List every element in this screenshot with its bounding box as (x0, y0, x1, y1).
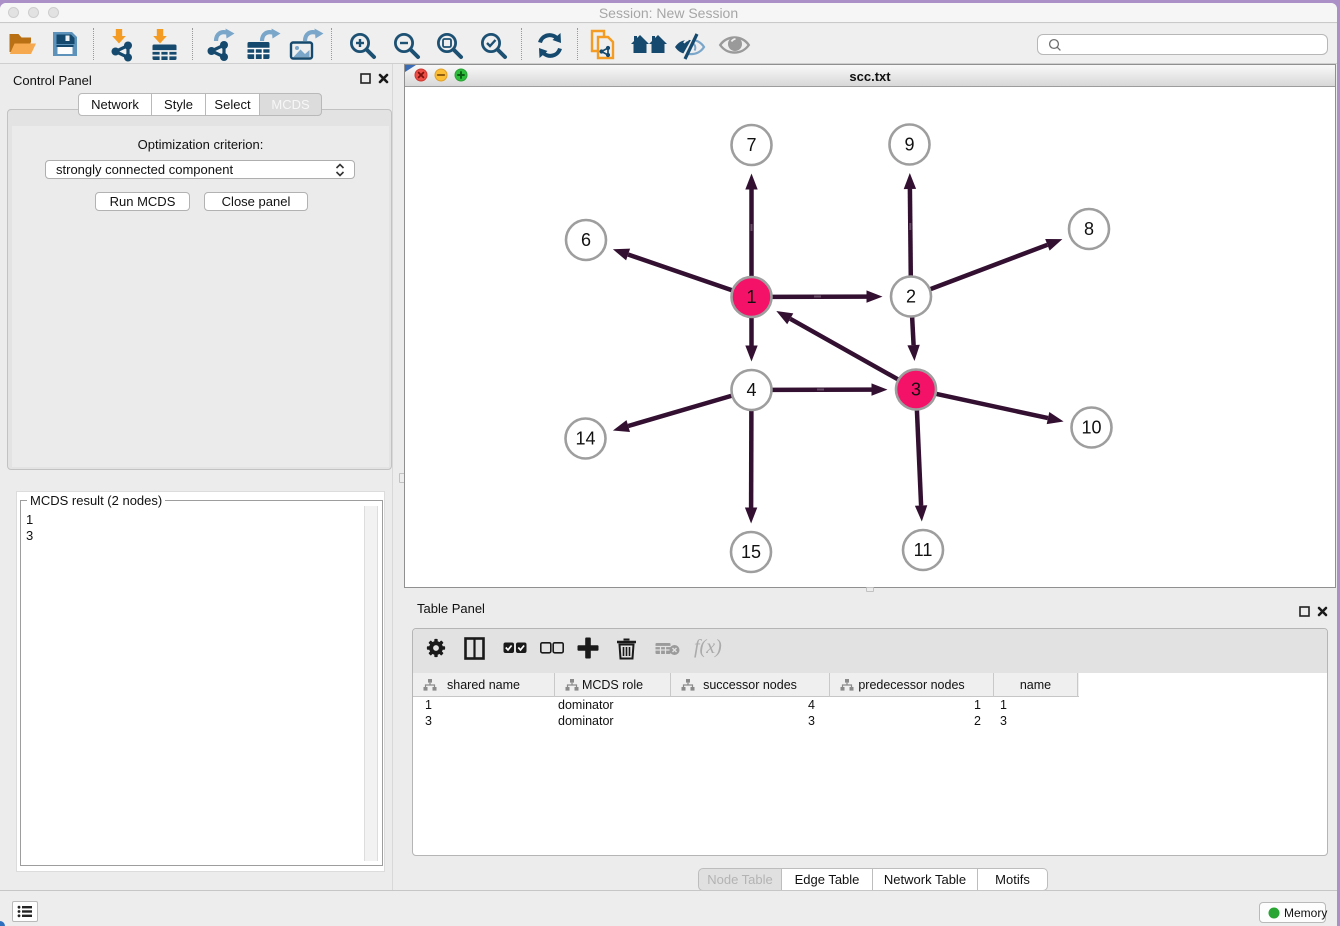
svg-text:14: 14 (575, 429, 595, 449)
svg-text:3: 3 (911, 380, 921, 400)
svg-text:8: 8 (1084, 219, 1094, 239)
svg-text:2: 2 (906, 287, 916, 307)
svg-text:10: 10 (1081, 418, 1101, 438)
svg-text:6: 6 (581, 230, 591, 250)
svg-text:15: 15 (741, 542, 761, 562)
svg-text:7: 7 (746, 135, 756, 155)
svg-text:4: 4 (746, 380, 756, 400)
svg-text:9: 9 (904, 135, 914, 155)
svg-text:1: 1 (746, 287, 756, 307)
svg-text:11: 11 (914, 540, 933, 560)
